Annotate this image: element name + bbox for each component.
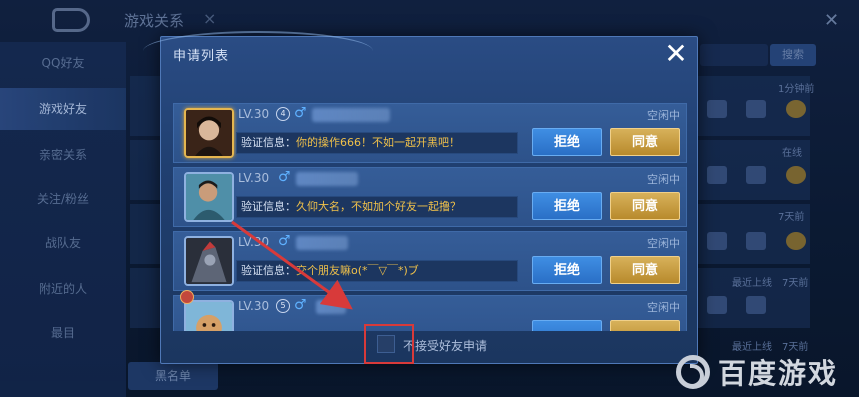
male-gender-icon: ♂ [278,233,291,249]
verify-message-box: 验证信息：久仰大名，不如加个好友一起撸？ [236,196,518,218]
verify-message-box: 验证信息：你的操作666！不如一起开黑吧！ [236,132,518,154]
sidebar-item-intimate[interactable]: 亲密关系 [0,134,126,176]
gift-icon[interactable] [707,296,727,314]
avatar-image [186,302,232,331]
rank-badge-icon: 4 [276,107,290,121]
modal-title: 申请列表 [173,49,230,64]
request-row: LV.30 4 ♂ 空闲中 验证信息：你的操作666！不如一起开黑吧！ 拒绝 同… [173,103,687,163]
sidebar-item-recent[interactable]: 最目 [0,312,126,354]
background-title: 游戏关系 [124,12,185,30]
top-right-close-icon[interactable]: ✕ [824,10,839,31]
back-arrow-icon[interactable] [52,8,90,32]
close-icon[interactable]: ✕ [661,39,691,69]
reject-button[interactable]: 拒绝 [532,192,602,220]
background-search-button[interactable]: 搜索 [770,44,816,66]
accept-button[interactable]: 同意 [610,192,680,220]
background-search-field[interactable] [700,44,768,66]
coin-icon[interactable] [786,232,806,250]
player-status: 空闲中 [647,237,680,250]
sidebar-item-qq-friends[interactable]: QQ好友 [0,42,126,84]
reject-button[interactable]: 拒绝 [532,256,602,284]
player-name-blurred [312,108,390,122]
player-status: 空闲中 [647,301,680,314]
background-row-time: 7天前 [782,278,809,289]
sidebar-item-team[interactable]: 战队友 [0,222,126,264]
avatar-image [186,110,232,156]
background-row-time: 7天前 [782,342,809,353]
player-name-blurred [296,172,358,186]
verify-message: 你的操作666！不如一起开黑吧！ [296,136,460,149]
player-level: LV.30 [238,171,270,185]
avatar-badge-icon [180,290,194,304]
request-row: LV.30 ♂ 空闲中 验证信息：交个朋友嘛o(*￣▽￣*)ブ 拒绝 同意 [173,231,687,291]
player-level: LV.30 [238,235,270,249]
gift-icon[interactable] [707,166,727,184]
player-status: 空闲中 [647,109,680,122]
sidebar-item-game-friends[interactable]: 游戏好友 [0,88,126,130]
watermark-text: 百度游戏 [718,357,839,390]
accept-button[interactable]: 同意 [610,128,680,156]
player-name-blurred [316,300,346,314]
male-gender-icon: ♂ [278,169,291,185]
avatar[interactable] [184,172,234,222]
avatar[interactable] [184,300,234,331]
player-name-blurred [296,236,348,250]
background-row-time: 最近上线 [732,278,772,289]
reject-all-requests-label[interactable]: 不接受好友申请 [403,337,487,354]
avatar[interactable] [184,108,234,158]
background-row-time: 在线 [782,148,802,159]
background-row-time: 1分钟前 [778,84,815,95]
avatar-image [186,174,232,220]
heart-icon[interactable] [746,100,766,118]
gift-icon[interactable] [707,100,727,118]
verify-message-box: 验证信息：交个朋友嘛o(*￣▽￣*)ブ [236,260,518,282]
male-gender-icon: ♂ [294,297,307,313]
background-close-icon[interactable]: × [203,9,216,28]
request-row: LV.30 5 ♂ 空闲中 [173,290,687,331]
heart-icon[interactable] [746,166,766,184]
avatar[interactable] [184,236,234,286]
verify-message: 久仰大名，不如加个好友一起撸？ [296,200,461,213]
male-gender-icon: ♂ [294,105,307,121]
sidebar-item-nearby[interactable]: 附近的人 [0,268,126,310]
request-row: LV.30 ♂ 空闲中 验证信息：久仰大名，不如加个好友一起撸？ 拒绝 同意 [173,167,687,227]
heart-icon[interactable] [746,296,766,314]
player-status: 空闲中 [647,173,680,186]
player-level: LV.30 [238,107,270,121]
background-sidebar: QQ好友 游戏好友 亲密关系 关注/粉丝 战队友 附近的人 最目 [0,42,126,397]
accept-button[interactable] [610,320,680,331]
accept-button[interactable]: 同意 [610,256,680,284]
request-list-modal: 申请列表 ✕ LV.30 4 ♂ 空闲中 验证信息：你的操作666！不如一起开黑… [143,31,698,364]
verify-label: 验证信息： [241,200,296,213]
heart-icon[interactable] [746,232,766,250]
reject-button[interactable]: 拒绝 [532,128,602,156]
rank-badge-icon: 5 [276,299,290,313]
verify-label: 验证信息： [241,264,296,277]
verify-message: 交个朋友嘛o(*￣▽￣*)ブ [296,264,419,277]
coin-icon[interactable] [786,166,806,184]
sidebar-item-follow[interactable]: 关注/粉丝 [0,178,126,220]
annotation-highlight-box [364,324,414,364]
baidu-games-logo-icon [676,355,710,389]
verify-label: 验证信息： [241,136,296,149]
gift-icon[interactable] [707,232,727,250]
avatar-image [186,238,232,284]
background-row-time: 最近上线 [732,342,772,353]
player-level: LV.30 [238,299,270,313]
reject-button[interactable] [532,320,602,331]
request-list[interactable]: LV.30 4 ♂ 空闲中 验证信息：你的操作666！不如一起开黑吧！ 拒绝 同… [173,103,687,331]
background-row-time: 7天前 [778,212,805,223]
coin-icon[interactable] [786,100,806,118]
blacklist-button[interactable]: 黑名单 [128,362,218,390]
baidu-games-watermark: 百度游戏 [676,352,838,392]
